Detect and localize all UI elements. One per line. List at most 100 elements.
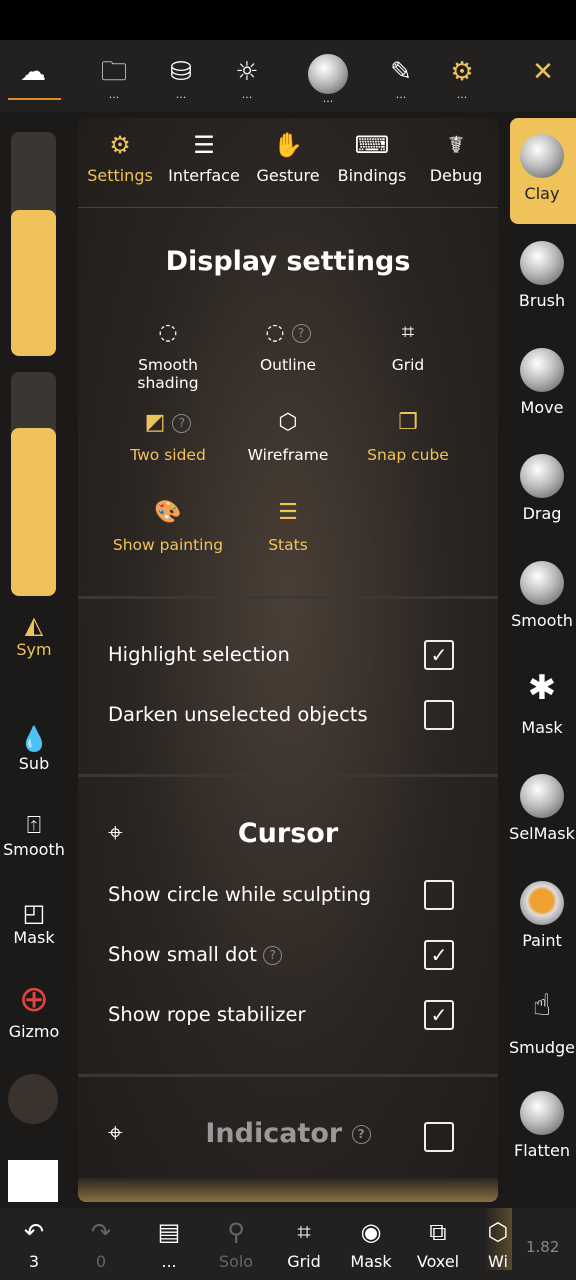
tab-settings[interactable]: ⚙ Settings — [78, 118, 162, 207]
help-icon[interactable]: ? — [351, 1125, 371, 1144]
tool-brush[interactable]: Brush — [508, 241, 576, 310]
tab-label: Gesture — [256, 166, 320, 185]
tool-label: Brush — [518, 291, 566, 310]
row-label: Show small dot — [108, 943, 257, 966]
wire-label: Wi — [488, 1252, 508, 1270]
cursor-title: Cursor — [237, 818, 339, 849]
drop-icon: 💧 — [19, 725, 49, 753]
version-label: 1.82 — [526, 1238, 560, 1256]
tools-icon[interactable]: ✕ — [518, 54, 568, 104]
material-swatch[interactable] — [8, 1160, 58, 1202]
two-sided-toggle[interactable]: ◩ ? Two sided — [108, 406, 228, 496]
gizmo-button[interactable]: ⊕ Gizmo — [0, 978, 68, 1041]
voxel-label: Voxel — [416, 1252, 460, 1271]
row-label: Highlight selection — [108, 643, 290, 666]
tool-drag[interactable]: Drag — [508, 454, 576, 523]
sun-icon[interactable]: ☼... — [222, 54, 272, 104]
more-dots: ... — [241, 88, 253, 101]
voxel-button[interactable]: ⧉ Voxel — [408, 1218, 468, 1271]
tools-glyph: ✕ — [532, 57, 554, 87]
outline-toggle[interactable]: ◌ ? Outline — [228, 316, 348, 406]
show-circle-row[interactable]: Show circle while sculpting — [108, 880, 454, 910]
undo-button[interactable]: ↶ 3 — [4, 1218, 64, 1271]
mask-button[interactable]: ◰ Mask — [0, 898, 68, 947]
darken-unselected-checkbox[interactable] — [424, 700, 454, 730]
color-swatch[interactable] — [8, 1074, 58, 1124]
sym-button[interactable]: ◭ Sym — [0, 610, 68, 659]
material-sphere-icon[interactable]: ... — [303, 54, 353, 104]
tool-mask[interactable]: ✱ Mask — [508, 668, 576, 737]
sub-button[interactable]: 💧 Sub — [0, 724, 68, 773]
tab-label: Settings — [87, 166, 153, 185]
gear-icon: ⚙ — [109, 131, 131, 159]
gold-bars-icon[interactable]: ⛁... — [156, 54, 206, 104]
eye-icon: ◉ — [360, 1218, 382, 1246]
tool-clay[interactable]: Clay — [508, 134, 576, 203]
tool-smudge[interactable]: ☝ Smudge — [508, 988, 576, 1057]
tool-flatten[interactable]: Flatten — [508, 1091, 576, 1160]
redo-button[interactable]: ↷ 0 — [71, 1218, 131, 1271]
hand-icon: ✋ — [273, 131, 303, 159]
grid-icon: ⌗ — [297, 1218, 311, 1246]
smudge-icon: ☝ — [532, 988, 552, 1023]
option-label: Show painting — [112, 536, 224, 554]
redo-count: 0 — [95, 1252, 107, 1271]
show-circle-checkbox[interactable] — [424, 880, 454, 910]
drag-icon — [520, 454, 564, 498]
indicator-checkbox[interactable] — [424, 1122, 454, 1152]
smooth-button[interactable]: ⍐ Smooth — [0, 810, 68, 859]
show-small-dot-checkbox[interactable]: ✓ — [424, 940, 454, 970]
highlight-selection-row[interactable]: Highlight selection ✓ — [108, 640, 454, 670]
tab-gesture[interactable]: ✋ Gesture — [246, 118, 330, 207]
tool-paint[interactable]: Paint — [508, 881, 576, 950]
flatten-icon — [520, 1091, 564, 1135]
paintbrush-icon[interactable]: ✎... — [376, 54, 426, 104]
stats-toggle[interactable]: ☰ Stats — [228, 496, 348, 586]
undo-icon: ↶ — [23, 1218, 45, 1246]
grid-button[interactable]: ⌗ Grid — [274, 1218, 334, 1271]
folder-icon[interactable]: 🗀... — [89, 54, 139, 104]
wireframe-toggle[interactable]: ⬡ Wireframe — [228, 406, 348, 496]
show-small-dot-row[interactable]: Show small dot ? ✓ — [108, 940, 454, 970]
tool-label: Smooth — [511, 611, 573, 630]
grid-label: Grid — [287, 1252, 321, 1271]
scene-button[interactable]: ▤... — [139, 1218, 199, 1271]
tool-selmask[interactable]: SelMask — [508, 774, 576, 843]
top-toolbar: ☁ 🗀... ⛁... ☼... ... ✎... ⚙... ✕ — [0, 40, 576, 112]
grid-icon: ⌗ — [401, 320, 415, 345]
help-icon[interactable]: ? — [263, 946, 283, 965]
smooth-shading-toggle[interactable]: ◌ Smooth shading — [108, 316, 228, 406]
wireframe-button[interactable]: ⬡ Wi — [484, 1208, 512, 1270]
settings-gear-icon[interactable]: ⚙... — [437, 54, 487, 104]
tool-smooth[interactable]: Smooth — [508, 561, 576, 630]
radius-slider[interactable] — [11, 132, 56, 356]
tool-move[interactable]: Move — [508, 348, 576, 417]
grid-toggle[interactable]: ⌗ Grid — [348, 316, 468, 406]
mask-button[interactable]: ◉ Mask — [341, 1218, 401, 1271]
sliders-icon: ☰ — [193, 131, 215, 159]
darken-unselected-row[interactable]: Darken unselected objects — [108, 700, 454, 730]
row-label: Darken unselected objects — [108, 703, 368, 726]
solo-button[interactable]: ⚲ Solo — [206, 1218, 266, 1271]
option-label: Smooth shading — [137, 356, 199, 392]
intensity-slider[interactable] — [11, 372, 56, 596]
row-label: Show circle while sculpting — [108, 883, 372, 906]
option-label: Grid — [391, 356, 425, 374]
show-painting-toggle[interactable]: 🎨 Show painting — [108, 496, 228, 586]
sculpt-logo-icon[interactable]: ☁ — [8, 54, 58, 104]
help-icon[interactable]: ? — [291, 323, 311, 343]
tab-debug[interactable]: ☤ Debug — [414, 118, 498, 207]
more-dots: ... — [456, 88, 468, 101]
smooth-label: Smooth — [3, 840, 65, 859]
row-label: Show rope stabilizer — [108, 1003, 306, 1026]
help-icon[interactable]: ? — [172, 413, 192, 433]
tab-label: Debug — [429, 166, 483, 185]
highlight-selection-checkbox[interactable]: ✓ — [424, 640, 454, 670]
brush-icon — [520, 241, 564, 285]
show-rope-checkbox[interactable]: ✓ — [424, 1000, 454, 1030]
show-rope-row[interactable]: Show rope stabilizer ✓ — [108, 1000, 454, 1030]
tab-bindings[interactable]: ⌨ Bindings — [330, 118, 414, 207]
snap-cube-toggle[interactable]: ❒ Snap cube — [348, 406, 468, 496]
bottom-toolbar: ↶ 3 ↷ 0 ▤... ⚲ Solo ⌗ Grid ◉ Mask ⧉ Voxel ⬡ Wi … — [0, 1208, 576, 1280]
tab-interface[interactable]: ☰ Interface — [162, 118, 246, 207]
